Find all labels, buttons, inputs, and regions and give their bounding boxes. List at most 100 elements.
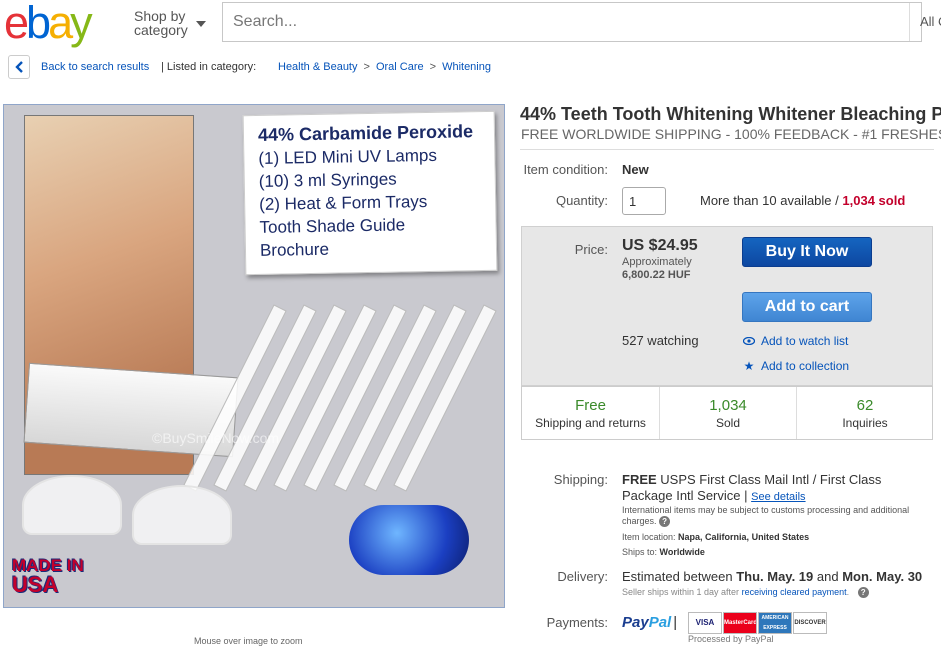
back-button[interactable]	[8, 55, 30, 79]
shop-by-line1: Shop by	[134, 8, 186, 24]
logo-letter-b: b	[26, 0, 51, 48]
stat-number: 62	[856, 397, 874, 414]
kit-contents-card: 44% Carbamide Peroxide (1) LED Mini UV L…	[242, 110, 498, 276]
price-label: Price:	[574, 242, 608, 257]
visa-card-icon: VISA	[688, 612, 722, 634]
ships-to-value: Worldwide	[659, 547, 705, 557]
trays-image	[22, 465, 232, 545]
stat-text: Sold	[715, 416, 741, 430]
breadcrumb-oral-care[interactable]: Oral Care	[376, 61, 424, 73]
paypal-logo: PayPal |	[622, 614, 677, 631]
back-to-search-link[interactable]: Back to search results	[41, 61, 149, 73]
search-bar[interactable]: Search... All C	[222, 2, 941, 42]
delivery-note: Seller ships within 1 day after receivin…	[622, 587, 869, 598]
delivery-and: and	[816, 569, 839, 584]
divider	[520, 149, 934, 150]
collection-text: Add to collection	[761, 359, 850, 373]
item-location-value: Napa, California, United States	[678, 532, 810, 542]
breadcrumb-separator: >	[363, 61, 370, 73]
logo-letter-y: y	[70, 0, 92, 48]
item-location-label: Item location:	[622, 532, 676, 542]
category-trail: Health & Beauty > Oral Care > Whitening	[278, 61, 491, 73]
shop-by-line2: category	[134, 22, 188, 38]
approx-value: 6,800.22 HUF	[622, 269, 691, 281]
add-to-watch-list-link[interactable]: Add to watch list	[742, 334, 848, 348]
stat-sold: 1,034 Sold	[659, 387, 796, 439]
see-details-link[interactable]: See details	[751, 491, 805, 503]
paypal-pal: Pal	[648, 614, 672, 631]
shipping-note: International items may be subject to cu…	[622, 505, 922, 527]
photo-caption: Mouse over image to zoom	[194, 636, 303, 646]
condition-value: New	[622, 162, 649, 177]
breadcrumb-separator: >	[429, 61, 437, 73]
add-to-collection-link[interactable]: ★ Add to collection	[742, 359, 849, 373]
condition-label: Item condition:	[523, 162, 608, 177]
item-title: 44% Teeth Tooth Whitening Whitener Bleac…	[520, 104, 941, 124]
usa-text: USA	[12, 572, 59, 597]
search-input[interactable]: Search...	[233, 13, 297, 31]
star-icon: ★	[743, 359, 755, 373]
led-light-image	[349, 505, 469, 575]
tray	[132, 485, 232, 545]
shipping-free: FREE	[622, 472, 657, 487]
discover-card-icon: DISCOVER	[793, 612, 827, 634]
eye-icon	[742, 334, 756, 348]
quantity-label: Quantity:	[555, 193, 608, 208]
delivery-note-pre: Seller ships within 1 day after	[622, 587, 740, 597]
sold-count-link[interactable]: 1,034 sold	[842, 193, 905, 208]
stat-text: Shipping and returns	[535, 416, 646, 430]
mastercard-icon: MasterCard	[723, 612, 757, 634]
delivery-label: Delivery:	[557, 569, 608, 584]
breadcrumb-whitening[interactable]: Whitening	[442, 61, 491, 73]
price-value: US $24.95	[622, 237, 698, 254]
amex-card-icon: AMERICAN EXPRESS	[758, 612, 792, 634]
header: ebay Shop by category Search... All C	[0, 0, 941, 46]
shop-by-category-button[interactable]: Shop by category	[134, 8, 206, 38]
breadcrumb-health-beauty[interactable]: Health & Beauty	[278, 61, 358, 73]
delivery-text: Estimated between	[622, 569, 733, 584]
add-to-cart-button[interactable]: Add to cart	[742, 292, 872, 322]
shipping-value: FREE USPS First Class Mail Intl / First …	[622, 472, 922, 505]
chevron-down-icon	[196, 21, 206, 27]
cleared-payment-link[interactable]: receiving cleared payment	[742, 587, 847, 597]
chevron-left-icon	[15, 61, 23, 73]
kit-line: Brochure	[259, 239, 330, 260]
tray	[22, 475, 122, 535]
stat-inquiries: 62 Inquiries	[796, 387, 933, 439]
delivery-from: Thu. May. 19	[736, 569, 814, 584]
buy-it-now-button[interactable]: Buy It Now	[742, 237, 872, 267]
payments-separator: |	[673, 614, 678, 631]
listed-in-label: | Listed in category:	[161, 61, 257, 73]
ebay-logo[interactable]: ebay	[4, 0, 93, 48]
item-location: Item location: Napa, California, United …	[622, 532, 809, 542]
ships-to: Ships to: Worldwide	[622, 547, 705, 557]
stats-bar: Free Shipping and returns 1,034 Sold 62 …	[521, 386, 933, 440]
kit-title: 44% Carbamide Peroxide	[257, 121, 474, 145]
paypal-pay: Pay	[622, 614, 649, 631]
approx-text: Approximately	[622, 256, 692, 268]
approx-price: Approximately 6,800.22 HUF	[622, 256, 692, 282]
watching-count: 527 watching	[622, 333, 699, 348]
payments-label: Payments:	[546, 615, 608, 630]
search-category-select[interactable]: All C	[909, 3, 941, 41]
delivery-to: Mon. May. 30	[842, 569, 923, 584]
stat-text: Inquiries	[842, 416, 888, 430]
item-subtitle: FREE WORLDWIDE SHIPPING - 100% FEEDBACK …	[521, 126, 941, 142]
delivery-value: Estimated between Thu. May. 19 and Mon. …	[622, 569, 922, 584]
stat-shipping: Free Shipping and returns	[522, 387, 659, 439]
logo-letter-e: e	[4, 0, 29, 48]
shipping-label: Shipping:	[553, 472, 608, 487]
stat-number: Free	[575, 397, 606, 414]
help-icon[interactable]: ?	[659, 516, 671, 527]
made-in-usa-badge: MADE IN USA	[12, 557, 84, 596]
product-image[interactable]: 44% Carbamide Peroxide (1) LED Mini UV L…	[3, 104, 505, 608]
logo-letter-a: a	[48, 0, 73, 48]
help-icon[interactable]: ?	[857, 587, 869, 598]
watermark: ©BuySmileNow.com	[152, 430, 280, 446]
availability-text: More than 10 available /	[700, 193, 839, 208]
availability: More than 10 available / 1,034 sold	[700, 193, 905, 208]
processed-by-paypal: Processed by PayPal	[688, 634, 774, 644]
quantity-input[interactable]: 1	[622, 187, 666, 215]
ships-to-label: Ships to:	[622, 547, 658, 557]
stat-number: 1,034	[709, 397, 747, 414]
